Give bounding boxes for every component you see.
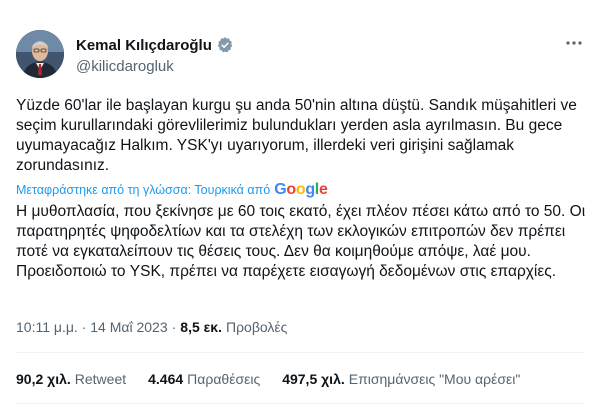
quotes-label: Παραθέσεις	[187, 371, 261, 387]
retweets-label: Retweet	[74, 371, 127, 387]
quotes-stat[interactable]: 4.464 Παραθέσεις	[148, 371, 260, 387]
verified-badge-icon[interactable]	[216, 36, 234, 54]
tweet-original-text: Yüzde 60'lar ile başlayan kurgu şu anda …	[16, 97, 577, 174]
more-horizontal-icon	[566, 41, 582, 45]
translation-note[interactable]: Μεταφράστηκε από τη γλώσσα: Τουρκικά από…	[16, 181, 328, 198]
more-options-button[interactable]	[563, 32, 585, 54]
meta-separator: ·	[171, 319, 177, 335]
likes-count: 497,5 χιλ.	[282, 371, 345, 387]
author-display-name[interactable]: Kemal Kılıçdaroğlu	[76, 37, 212, 54]
avatar[interactable]	[16, 30, 64, 78]
engagement-stats: 90,2 χιλ. Retweet 4.464 Παραθέσεις 497,5…	[16, 371, 542, 387]
tweet-translated-text: Η μυθοπλασία, που ξεκίνησε με 60 τοις εκ…	[16, 203, 586, 280]
author-name-line: Kemal Kılıçdaroğlu	[76, 35, 234, 55]
likes-label: Επισημάνσεις "Μου αρέσει"	[348, 371, 521, 387]
google-logo: Google	[274, 181, 328, 198]
author-handle[interactable]: @kilicdarogluk	[76, 58, 174, 75]
tweet-meta: 10:11 μ.μ. · 14 Μαΐ 2023 · 8,5 εκ. Προβο…	[16, 319, 287, 335]
views-label: Προβολές	[225, 319, 288, 335]
tweet-card: Kemal Kılıçdaroğlu @kilicdarogluk Yüzde …	[0, 0, 601, 404]
translation-note-label: Μεταφράστηκε από τη γλώσσα: Τουρκικά από	[16, 183, 271, 197]
tweet-timestamp[interactable]: 10:11 μ.μ. · 14 Μαΐ 2023	[16, 319, 168, 335]
retweets-stat[interactable]: 90,2 χιλ. Retweet	[16, 371, 126, 387]
quotes-count: 4.464	[148, 371, 184, 387]
divider	[16, 352, 585, 353]
views-count: 8,5 εκ.	[180, 319, 222, 335]
profile-photo-icon	[16, 30, 64, 78]
retweets-count: 90,2 χιλ.	[16, 371, 71, 387]
likes-stat[interactable]: 497,5 χιλ. Επισημάνσεις "Μου αρέσει"	[282, 371, 520, 387]
